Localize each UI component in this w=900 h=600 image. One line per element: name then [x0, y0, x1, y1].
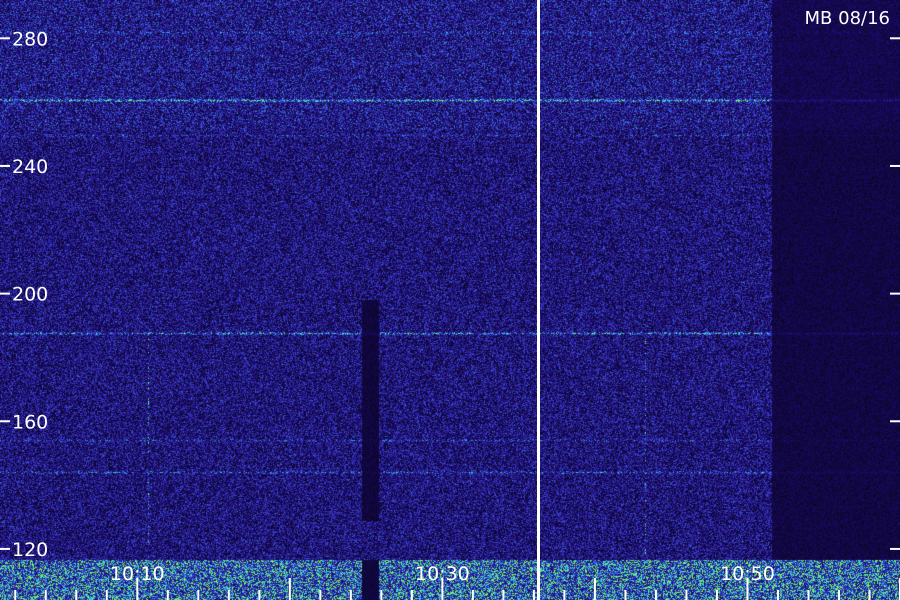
chart-title: MB 08/16 — [805, 8, 890, 29]
y-axis-ticks: 280 240 200 160 120 — [0, 28, 900, 561]
y-tick-label: 240 — [12, 156, 48, 178]
x-tick-label: 10:10 — [110, 563, 165, 585]
x-axis-ticks: 10:10 10:30 10:50 — [14, 563, 900, 600]
y-tick-label: 200 — [12, 284, 48, 306]
x-tick-label: 10:50 — [720, 563, 775, 585]
y-tick-label: 280 — [12, 28, 48, 50]
spectrogram-overlay: 280 240 200 160 120 10:10 10:30 10:50 MB 08/16 — [0, 0, 900, 600]
x-tick-label: 10:30 — [415, 563, 470, 585]
y-tick-label: 120 — [12, 539, 48, 561]
y-tick-label: 160 — [12, 411, 48, 433]
